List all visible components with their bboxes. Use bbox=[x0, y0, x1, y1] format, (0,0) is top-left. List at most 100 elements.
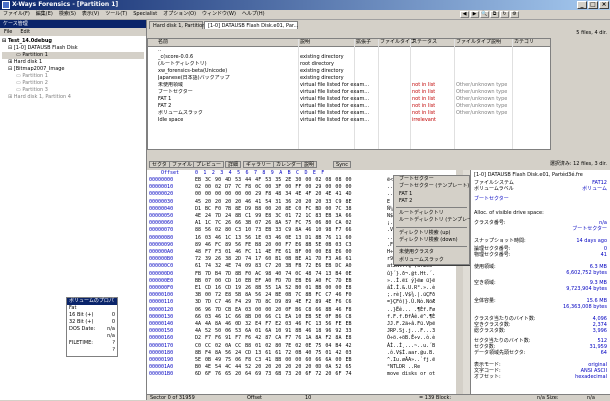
hex-bytes-row[interactable]: FB 7D B4 7D 8B F0 AC 98 40 74 0C 48 74 1… bbox=[195, 271, 351, 278]
file-row[interactable]: xw_forensics-beta(Unicode) existing direc… bbox=[148, 68, 550, 75]
tree-item-usb-disk[interactable]: ⊟ [1-0] DATAUSB Flash Disk bbox=[2, 45, 144, 52]
toolbar-back-icon[interactable]: ◀ bbox=[460, 11, 469, 18]
sync-button[interactable]: Sync bbox=[333, 161, 352, 168]
hex-bytes-row[interactable]: 66 03 46 1C 66 8B D0 66 C1 EA 10 EB 5E 0… bbox=[195, 314, 351, 321]
hex-bytes-row[interactable]: EB 3C 90 4D 53 44 4F 53 35 2E 30 00 02 0… bbox=[195, 177, 351, 184]
minimize-button[interactable]: _ bbox=[577, 1, 587, 9]
menu-view[interactable]: 表示(V) bbox=[79, 10, 102, 19]
tree-item-hd-partition-4[interactable]: ⊞ Hard disk 1, Partition 4 bbox=[2, 94, 144, 101]
context-menu-item[interactable]: ディレクトリ検索 (up) bbox=[394, 230, 469, 237]
case-menu-edit[interactable]: Edit bbox=[16, 29, 34, 35]
hex-text-row[interactable]: JJ.F.2ä÷â.Fü.Vþë bbox=[387, 321, 435, 328]
hex-bytes-row[interactable]: 72 39 26 38 2D 74 17 60 B1 0B BE A1 7D F… bbox=[195, 256, 351, 263]
context-menu-item[interactable]: FAT 2 bbox=[394, 198, 469, 205]
tree-item-bitmap-partition-3[interactable]: ▭ Partition 3 bbox=[2, 87, 144, 94]
menu-options[interactable]: オプション(O) bbox=[160, 10, 199, 19]
col-filetype-desc[interactable]: ファイルタイプ説明 bbox=[456, 39, 501, 46]
col-category[interactable]: カテゴリ bbox=[514, 39, 534, 46]
hex-text-row[interactable]: °NTLDR ..Re bbox=[387, 364, 435, 371]
context-menu-item[interactable]: ボリュームスラック bbox=[394, 257, 469, 264]
context-menu-item[interactable]: 未使用クラスタ bbox=[394, 249, 469, 256]
hex-bytes-row[interactable]: 89 46 FC 89 56 FE B8 20 00 F7 E6 8B 5E 0… bbox=[195, 242, 351, 249]
hex-bytes-row[interactable]: 16 03 46 1C 13 56 1E 03 46 0E 13 D1 8B 7… bbox=[195, 235, 351, 242]
toolbar-forward-icon[interactable]: ▶ bbox=[470, 11, 479, 18]
toolbar-copy-icon[interactable]: ⧉ bbox=[490, 11, 499, 18]
hex-bytes-row[interactable]: 02 00 02 D7 7C F8 0C 00 3F 00 FF 00 29 0… bbox=[195, 184, 351, 191]
hex-bytes-row[interactable]: 00 00 00 00 00 00 29 F8 48 34 4E 4F 20 4… bbox=[195, 191, 351, 198]
hex-text-row[interactable]: Ò÷ö.÷öB.Ê÷v..ò.è bbox=[387, 335, 435, 342]
file-row[interactable]: .. bbox=[148, 47, 550, 54]
hex-bytes-row[interactable]: 45 20 20 20 20 46 41 54 31 36 20 20 20 3… bbox=[195, 199, 351, 206]
view-calendar-button[interactable]: カレンダー bbox=[273, 161, 305, 168]
menu-window[interactable]: ウィンドウ(W) bbox=[199, 10, 239, 19]
hex-text-row[interactable]: ..}Ëê... .¶Èf.Fø bbox=[387, 307, 435, 314]
context-menu-item[interactable]: FAT 1 bbox=[394, 191, 469, 198]
view-file-button[interactable]: ファイル bbox=[169, 161, 196, 168]
file-row[interactable]: FAT 2 virtual file listed for exam... not … bbox=[148, 103, 550, 110]
hex-bytes-row[interactable]: D2 F7 F6 91 F7 F6 42 87 CA F7 76 1A 8A F… bbox=[195, 335, 351, 342]
file-row[interactable]: _c(score-0.0.6 existing directory bbox=[148, 54, 550, 61]
hex-bytes-row[interactable]: E1 CD 16 CD 19 26 8B 55 1A 52 B0 01 BB 0… bbox=[195, 285, 351, 292]
menu-edit[interactable]: 編集(E) bbox=[33, 10, 56, 19]
tree-item-bitmap-partition-2[interactable]: ▭ Partition 2 bbox=[2, 80, 144, 87]
file-row[interactable]: (ルートディレクトリ) root directory bbox=[148, 61, 550, 68]
hex-bytes-row[interactable]: 4A 52 50 06 53 6A 01 6A 10 91 8B 46 18 9… bbox=[195, 328, 351, 335]
view-sector-button[interactable]: セクタ bbox=[149, 161, 170, 168]
hex-bytes-row[interactable]: 06 96 7D CB EA 03 00 00 20 0F B6 C8 66 8… bbox=[195, 307, 351, 314]
col-description[interactable]: 説明 bbox=[300, 39, 310, 46]
file-row[interactable]: ブートセクター virtual file listed for exam... no… bbox=[148, 89, 550, 96]
hex-bytes-row[interactable]: 6D 6F 76 65 20 64 69 73 6B 73 20 6F 72 2… bbox=[195, 371, 351, 378]
tab-usb-partition[interactable]: [1-0] DATAUSB Flash Disk.e01, Par... bbox=[204, 21, 298, 29]
context-menu-item[interactable]: ルートディレクトリ (テンプレート) bbox=[394, 217, 479, 224]
menu-search[interactable]: 検索(S) bbox=[56, 10, 79, 19]
col-extension[interactable]: 拡張子 bbox=[356, 39, 371, 46]
menu-help[interactable]: ヘルプ(H) bbox=[239, 10, 268, 19]
hex-text-row[interactable]: »..Í.ëï ý}ëæ ü}ë bbox=[387, 278, 435, 285]
hex-bytes-row[interactable]: 88 56 02 80 C3 10 73 EB 33 C9 8A 46 10 9… bbox=[195, 227, 351, 234]
menu-tools[interactable]: ツール(T) bbox=[102, 10, 130, 19]
menu-specialist[interactable]: Specialist bbox=[130, 10, 160, 19]
case-menu-file[interactable]: File bbox=[0, 29, 16, 35]
hex-bytes-row[interactable]: D1 BC F0 7B 8E D9 B8 00 20 8E C0 FC BD 0… bbox=[195, 206, 351, 213]
hex-bytes-row[interactable]: A1 1C 7C 26 66 3B 07 26 8A 57 FC 75 06 8… bbox=[195, 220, 351, 227]
hex-bytes-row[interactable]: 3D 7D C7 46 F4 29 7D 8C D9 89 4E F2 89 4… bbox=[195, 299, 351, 306]
context-menu-item[interactable]: ディレクトリ検索 (down) bbox=[394, 237, 469, 244]
file-row[interactable]: Idle space virtual file listed for exam..… bbox=[148, 117, 550, 124]
col-status[interactable]: ステータス bbox=[412, 39, 437, 46]
tree-item-hard-disk[interactable]: ⊞ Hard disk 1 bbox=[2, 59, 144, 66]
close-button[interactable]: × bbox=[599, 1, 609, 9]
hex-bytes-row[interactable]: 48 F7 F3 01 46 FC 11 4E FE 61 BF 00 00 E… bbox=[195, 249, 351, 256]
hex-bytes-row[interactable]: 4A 4A 8A 46 0D 32 E4 F7 E2 03 46 FC 13 5… bbox=[195, 321, 351, 328]
maximize-button[interactable]: □ bbox=[588, 1, 598, 9]
toolbar-search-icon[interactable]: 🔍 bbox=[480, 11, 489, 18]
file-row[interactable]: FAT 1 virtual file listed for exam... not … bbox=[148, 96, 550, 103]
hex-bytes-row[interactable]: 3B 00 72 E8 5B 8A 56 24 BE 0B 7C 8B FC C… bbox=[195, 292, 351, 299]
file-row[interactable]: 未使用領域 virtual file listed for exam... not … bbox=[148, 82, 550, 89]
hex-bytes-row[interactable]: C0 CC 02 0A CC B8 01 02 80 7E 02 0E 75 0… bbox=[195, 343, 351, 350]
file-row[interactable]: Japanese(日本語)バックアップ existing directory bbox=[148, 75, 550, 82]
hex-bytes-row[interactable]: BB 07 00 CD 10 EB EF A0 FD 7D EB E6 A0 F… bbox=[195, 278, 351, 285]
view-gallery-button[interactable]: ギャラリー bbox=[243, 161, 275, 168]
hex-text-row[interactable]: .ô.V$Í.aar.@u.B. bbox=[387, 350, 435, 357]
tree-item-bitmap-image[interactable]: ⊟ [Bitmap2007_Image bbox=[2, 66, 144, 73]
hex-text-row[interactable]: û}´}.ð¬.@t.Ht.´. bbox=[387, 271, 435, 278]
menu-file[interactable]: ファイル(F) bbox=[0, 10, 33, 19]
view-description-button[interactable]: 説明 bbox=[301, 161, 318, 168]
tree-item-partition-1[interactable]: ▭ Partition 1 bbox=[2, 52, 144, 59]
hex-bytes-row[interactable]: 61 74 32 4E 74 09 83 C7 20 3B FB 72 E6 E… bbox=[195, 263, 351, 270]
context-menu-item[interactable]: ブートセクター (テンプレート) bbox=[394, 183, 469, 190]
hex-text-row[interactable]: ^.Iu.øÃA»..`fj.ë bbox=[387, 357, 435, 364]
tree-item-bitmap-partition-1[interactable]: ▭ Partition 1 bbox=[2, 73, 144, 80]
hex-bytes-row[interactable]: B0 4E 54 4C 44 52 20 20 20 20 20 20 0D 0… bbox=[195, 364, 351, 371]
toolbar-refresh-icon[interactable]: ↻ bbox=[500, 11, 509, 18]
tab-hard-disk-partition-4[interactable]: Hard disk 1, Partition 4 bbox=[149, 21, 210, 29]
hex-bytes-column[interactable]: EB 3C 90 4D 53 44 4F 53 35 2E 30 00 02 0… bbox=[195, 177, 351, 379]
hex-text-row[interactable]: ÀÌ..Ì¸...~..u.´B bbox=[387, 343, 435, 350]
file-row[interactable]: ボリュームスラック virtual file listed for exam...… bbox=[148, 110, 550, 117]
view-details-button[interactable]: 詳細 bbox=[225, 161, 242, 168]
hex-text-row[interactable]: =}ÇFô)}.Ù.Nò.NöÆ bbox=[387, 299, 435, 306]
hex-bytes-row[interactable]: 4E 24 7D 24 8B C1 99 E8 3C 01 72 1C 83 E… bbox=[195, 213, 351, 220]
view-preview-button[interactable]: プレビュー bbox=[193, 161, 225, 168]
hex-bytes-row[interactable]: 8B F4 8A 56 24 CD 13 61 61 72 0B 40 75 0… bbox=[195, 350, 351, 357]
hex-bytes-row[interactable]: 5E 0B 49 75 06 F8 C3 41 BB 00 00 60 66 6… bbox=[195, 357, 351, 364]
